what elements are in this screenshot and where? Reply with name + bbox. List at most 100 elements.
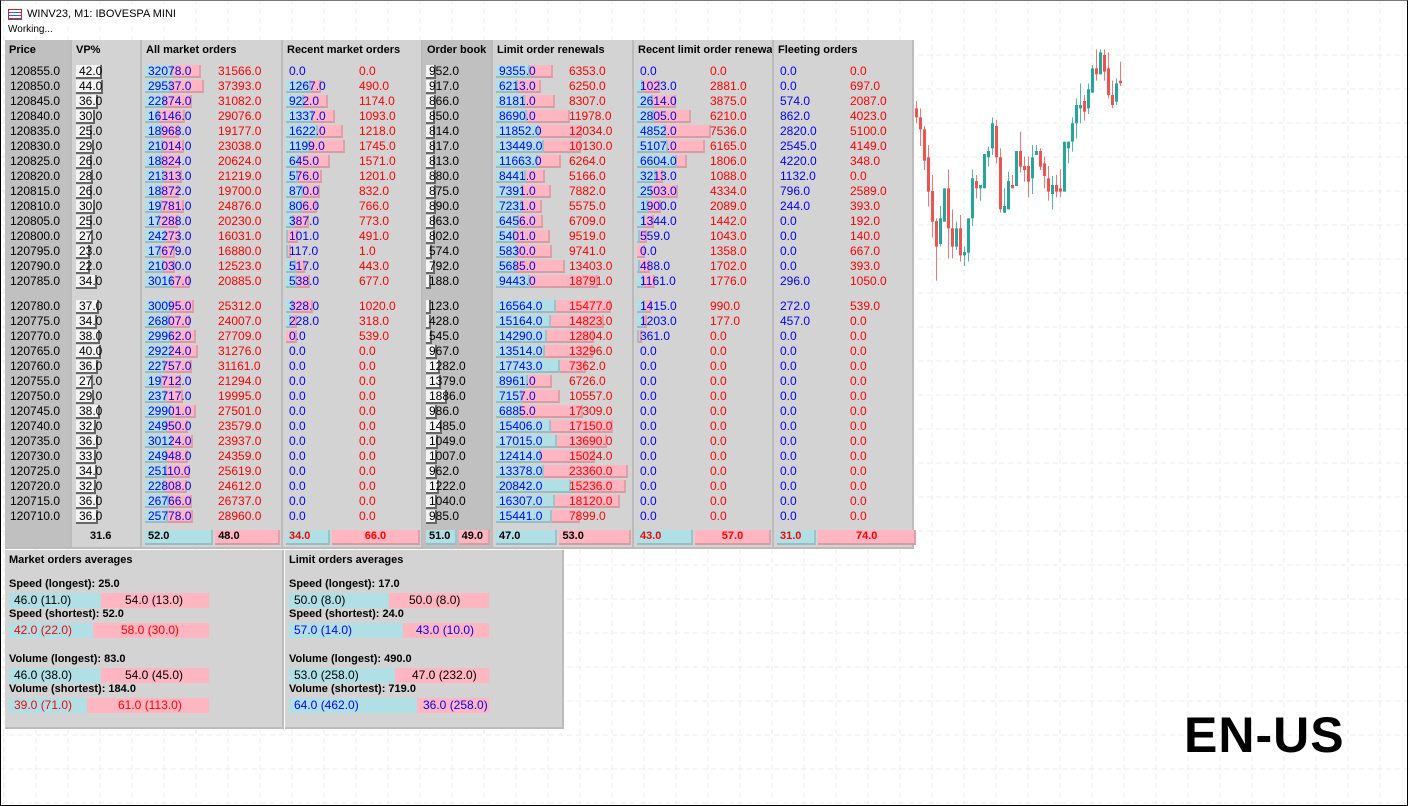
column-header-fleet: Fleeting orders [778, 44, 858, 56]
sell-value: 23038.0 [218, 139, 262, 153]
sell-value: 2881.0 [710, 79, 747, 93]
sell-value: 1806.0 [710, 154, 747, 168]
sell-value: 0.0 [710, 64, 727, 78]
sell-value: 0.0 [850, 449, 867, 463]
buy-value: 15164.0 [499, 314, 543, 328]
buy-value: 1337.0 [289, 109, 326, 123]
buy-value: 538.0 [289, 274, 320, 288]
sell-value: 0.0 [710, 509, 727, 523]
buy-value: 0.0 [640, 494, 657, 508]
vp-cell: 23.0 [79, 244, 103, 258]
average-buy-value: 57.0 (14.0) [294, 623, 353, 637]
sell-value: 1174.0 [359, 94, 395, 108]
status-text: Working... [8, 24, 53, 35]
average-label: Volume (longest): 83.0 [9, 653, 126, 665]
buy-value: 24948.0 [148, 449, 192, 463]
sell-value: 21294.0 [218, 374, 262, 388]
column-header-rlr: Recent limit order renewals [638, 44, 772, 56]
buy-value: 244.0 [780, 199, 811, 213]
buy-value: 4220.0 [780, 154, 817, 168]
sell-value: 766.0 [359, 199, 390, 213]
vp-cell: 25.0 [79, 214, 103, 228]
buy-value: 0.0 [780, 434, 797, 448]
vp-cell: 36.0 [79, 359, 103, 373]
order-book-cell: 1222.0 [429, 479, 466, 493]
buy-value: 922.0 [289, 94, 320, 108]
buy-value: 0.0 [780, 344, 797, 358]
sell-value: 0.0 [710, 359, 727, 373]
sell-value: 0.0 [710, 389, 727, 403]
order-book-cell: 817.0 [429, 139, 460, 153]
price-cell: 120810.0 [10, 199, 61, 213]
sell-value: 16031.0 [218, 229, 262, 243]
vp-cell: 42.0 [79, 64, 103, 78]
price-cell: 120775.0 [10, 314, 61, 328]
average-sell-value: 43.0 (10.0) [416, 623, 475, 637]
price-cell: 120790.0 [10, 259, 61, 273]
sell-value: 5166.0 [569, 169, 606, 183]
footer-sell-value: 66.0 [364, 530, 387, 542]
vp-cell: 27.0 [79, 229, 103, 243]
buy-value: 0.0 [780, 404, 797, 418]
sell-value: 990.0 [710, 299, 741, 313]
sell-value: 1776.0 [710, 274, 747, 288]
buy-value: 0.0 [780, 389, 797, 403]
buy-value: 1199.0 [289, 139, 325, 153]
average-bar: 46.0 (38.0) 54.0 (45.0) [9, 668, 209, 684]
buy-value: 796.0 [780, 184, 811, 198]
buy-value: 30095.0 [148, 299, 192, 313]
sell-value: 0.0 [710, 434, 727, 448]
price-cell: 120745.0 [10, 404, 61, 418]
vp-cell: 26.0 [79, 154, 103, 168]
buy-value: 12414.0 [499, 449, 543, 463]
average-buy-value: 46.0 (11.0) [14, 593, 72, 607]
buy-value: 6885.0 [499, 404, 536, 418]
order-book-cell: 863.0 [429, 214, 460, 228]
vp-cell: 33.0 [79, 449, 103, 463]
sell-value: 6210.0 [710, 109, 747, 123]
buy-value: 0.0 [780, 449, 797, 463]
sell-value: 0.0 [850, 494, 867, 508]
sell-value: 25619.0 [218, 464, 262, 478]
sell-value: 24359.0 [218, 449, 262, 463]
sell-value: 0.0 [850, 479, 867, 493]
buy-value: 1267.0 [289, 79, 326, 93]
sell-value: 18791.0 [569, 274, 613, 288]
buy-value: 0.0 [780, 79, 797, 93]
buy-value: 576.0 [289, 169, 320, 183]
buy-value: 7231.0 [499, 199, 536, 213]
column-header-vp: VP% [76, 44, 101, 56]
averages-title: Limit orders averages [289, 554, 404, 566]
sell-value: 0.0 [359, 344, 376, 358]
buy-value: 2545.0 [780, 139, 817, 153]
sell-value: 1201.0 [359, 169, 396, 183]
buy-value: 0.0 [780, 229, 797, 243]
sell-value: 697.0 [850, 79, 881, 93]
sell-value: 490.0 [359, 79, 390, 93]
sell-value: 6726.0 [569, 374, 606, 388]
sell-value: 16880.0 [218, 244, 262, 258]
price-cell: 120760.0 [10, 359, 61, 373]
sell-value: 0.0 [710, 344, 727, 358]
buy-value: 296.0 [780, 274, 811, 288]
sell-value: 0.0 [850, 344, 867, 358]
buy-value: 11663.0 [499, 154, 542, 168]
footer-sell-value: 49.0 [461, 530, 484, 542]
buy-value: 645.0 [289, 154, 320, 168]
average-bar: 64.0 (462.0) 36.0 (258.0) [289, 698, 489, 714]
buy-value: 5830.0 [499, 244, 536, 258]
price-cell: 120805.0 [10, 214, 61, 228]
average-sell-value: 54.0 (45.0) [125, 668, 184, 682]
average-label: Speed (shortest): 24.0 [289, 608, 404, 620]
sell-value: 0.0 [359, 404, 376, 418]
buy-value: 24950.0 [148, 419, 192, 433]
sell-value: 9741.0 [569, 244, 606, 258]
buy-value: 488.0 [640, 259, 671, 273]
buy-value: 29224.0 [148, 344, 192, 358]
vp-cell: 25.0 [79, 124, 103, 138]
average-buy-value: 50.0 (8.0) [294, 593, 346, 607]
average-sell-value: 50.0 (8.0) [409, 593, 461, 607]
buy-value: 24273.0 [148, 229, 192, 243]
order-book-cell: 1007.0 [429, 449, 466, 463]
vp-cell: 30.0 [79, 199, 103, 213]
